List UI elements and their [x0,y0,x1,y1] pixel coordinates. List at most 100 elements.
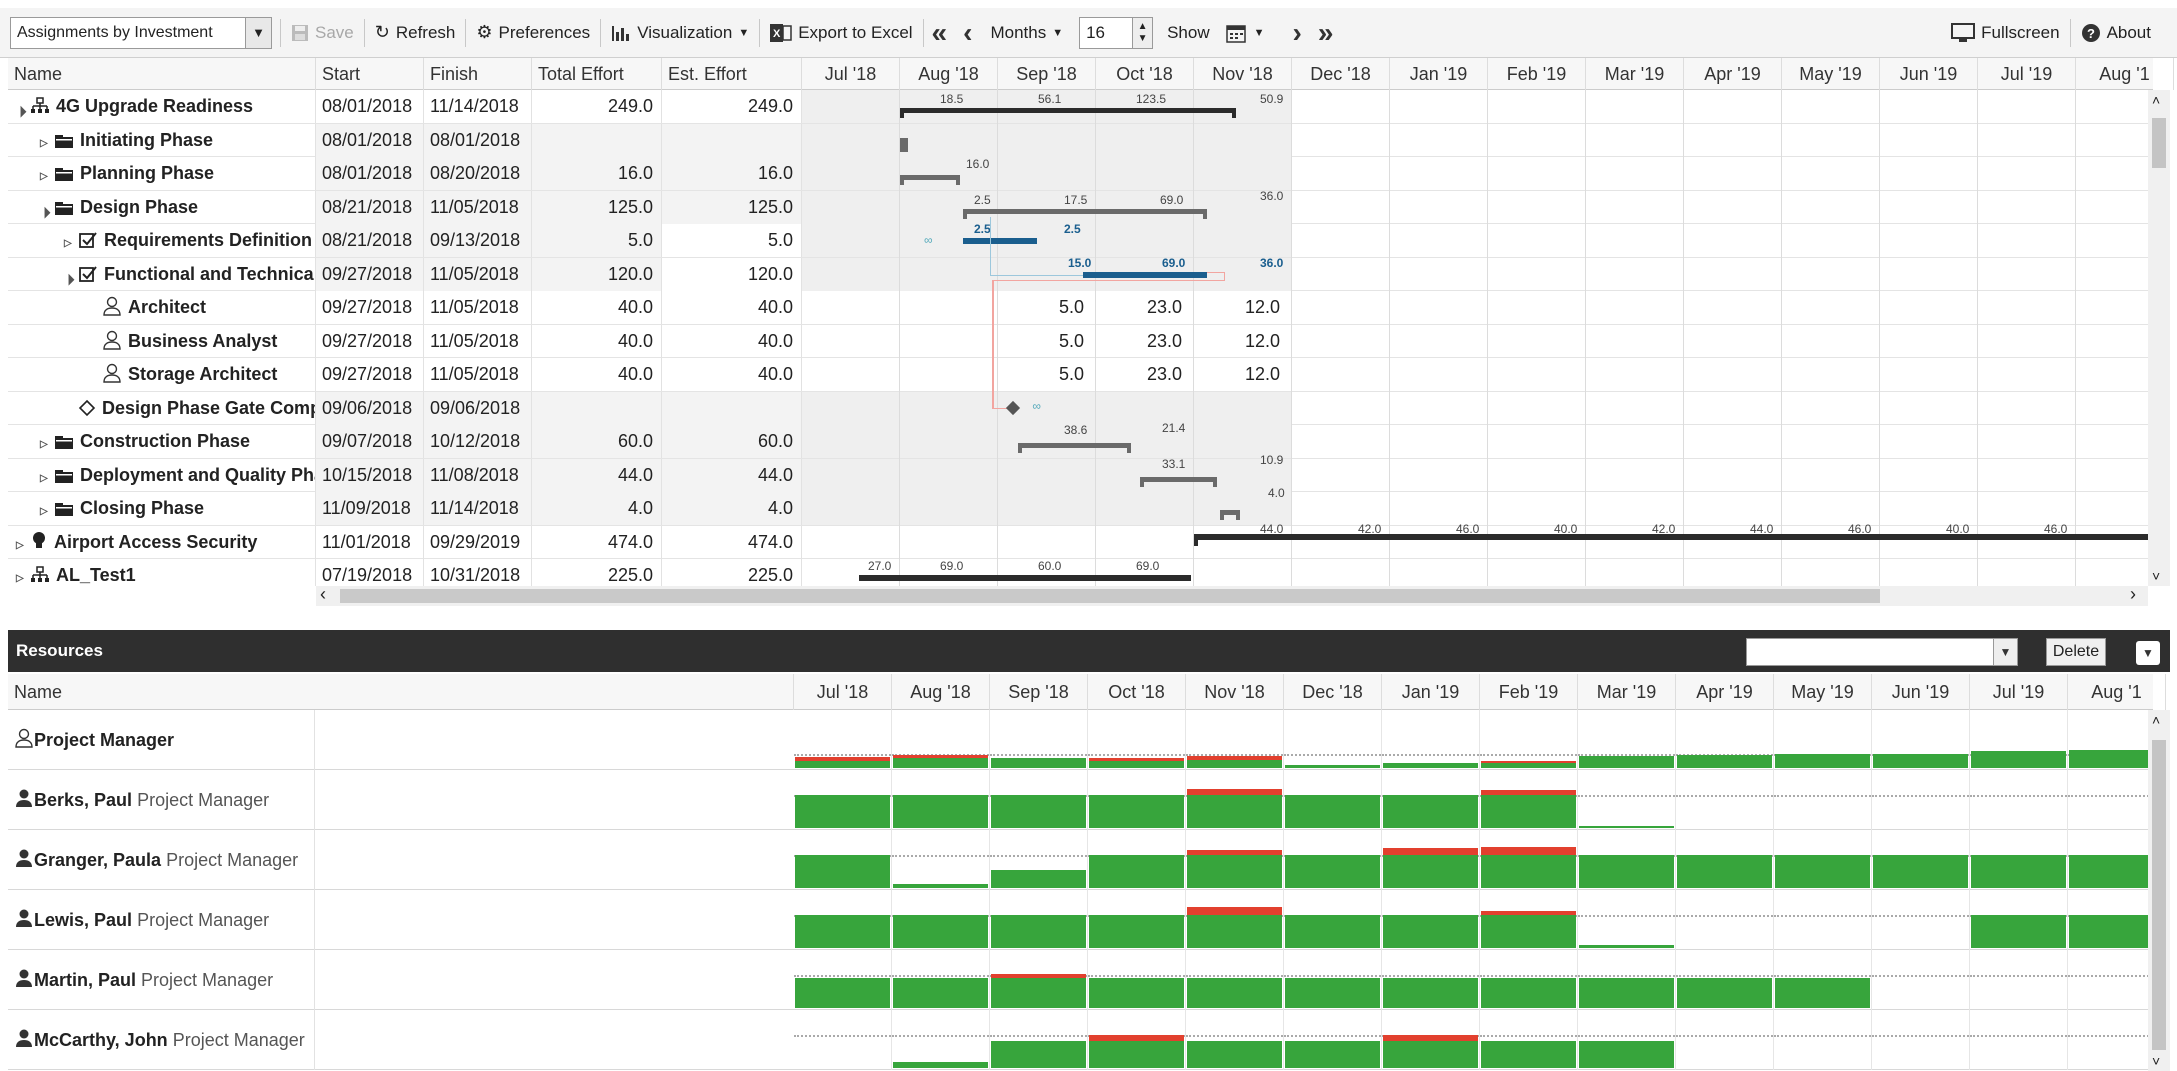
month-header[interactable]: Aug '1 [2076,58,2174,90]
table-row[interactable]: ▷ Planning Phase 08/01/2018 08/20/2018 16.0 1… [8,157,2153,191]
utilization-cell[interactable] [1872,1010,1970,1070]
allocation-value[interactable]: 12.0 [1200,291,1280,324]
summary-bar[interactable] [900,108,1237,113]
utilization-cell[interactable] [1872,830,1970,890]
est-effort[interactable]: 60.0 [662,425,802,458]
utilization-cell[interactable] [1578,950,1676,1010]
utilization-cell[interactable] [1774,1010,1872,1070]
utilization-cell[interactable] [1774,770,1872,830]
month-header[interactable]: Jul '19 [1970,674,2068,710]
task-name-cell[interactable]: Storage Architect [8,358,316,391]
table-row[interactable]: ▷ Deployment and Quality Pha 10/15/2018 11/… [8,458,2153,492]
month-header[interactable]: Feb '19 [1488,58,1586,90]
utilization-cell[interactable] [794,1010,892,1070]
allocation-value[interactable]: 5.0 [1004,325,1084,358]
link-icon[interactable]: ∞ [924,233,933,247]
utilization-cell[interactable] [1284,1010,1382,1070]
resource-row[interactable]: Granger, Paula Project Manager [8,830,2153,890]
summary-bar[interactable] [963,208,1208,214]
collapse-panel-icon[interactable]: ▼ [2136,641,2160,665]
utilization-cell[interactable] [1186,950,1284,1010]
utilization-cell[interactable] [1284,770,1382,830]
utilization-cell[interactable] [794,770,892,830]
utilization-cell[interactable] [1382,890,1480,950]
est-effort[interactable]: 16.0 [662,157,802,190]
utilization-cell[interactable] [1676,710,1774,770]
est-effort[interactable]: 120.0 [662,257,802,291]
summary-bar[interactable] [1017,443,1131,448]
allocation-value[interactable]: 23.0 [1102,325,1182,358]
col-header-finish[interactable]: Finish [424,58,532,90]
scroll-thumb[interactable] [340,589,1880,603]
summary-bar[interactable] [1140,476,1217,482]
about-button[interactable]: ? About [2071,17,2161,49]
utilization-cell[interactable] [794,950,892,1010]
utilization-cell[interactable] [1186,710,1284,770]
export-excel-button[interactable]: X Export to Excel [760,17,922,49]
allocation-value[interactable]: 23.0 [1102,291,1182,324]
month-header[interactable]: May '19 [1774,674,1872,710]
utilization-cell[interactable] [1480,1010,1578,1070]
utilization-cell[interactable] [990,830,1088,890]
chevron-left-icon[interactable]: ‹ [955,17,980,49]
utilization-cell[interactable] [990,1010,1088,1070]
utilization-cell[interactable] [892,770,990,830]
utilization-cell[interactable] [1284,710,1382,770]
task-name-cell[interactable]: ▷ Deployment and Quality Pha [8,458,316,492]
utilization-cell[interactable] [1382,950,1480,1010]
utilization-cell[interactable] [1480,950,1578,1010]
utilization-cell[interactable] [1088,710,1186,770]
utilization-cell[interactable] [892,950,990,1010]
utilization-cell[interactable] [1480,710,1578,770]
utilization-cell[interactable] [990,710,1088,770]
table-row[interactable]: Business Analyst 09/27/2018 11/05/2018 40.0… [8,324,2153,358]
utilization-cell[interactable] [1774,950,1872,1010]
expand-triangle-icon[interactable]: ▷ [16,562,30,586]
utilization-cell[interactable] [1284,830,1382,890]
table-row[interactable]: Design Phase Gate Comp 09/06/2018 09/06/20… [8,391,2153,425]
task-bar-selected[interactable] [1082,271,1208,278]
scroll-up-icon[interactable]: ˄ [2152,92,2160,108]
utilization-cell[interactable] [1774,830,1872,890]
resources-vertical-scrollbar[interactable]: ˄ ˅ [2148,710,2170,1071]
task-name-cell[interactable]: ▷ Requirements Definition [8,224,316,257]
task-name-cell[interactable]: ◢ Functional and Technica [8,257,316,291]
month-header[interactable]: Sep '18 [990,674,1088,710]
month-header[interactable]: Jun '19 [1872,674,1970,710]
month-header[interactable]: Nov '18 [1186,674,1284,710]
task-name-cell[interactable]: ▷ Airport Access Security [8,525,316,559]
utilization-cell[interactable] [1088,830,1186,890]
view-select[interactable]: Assignments by Investment ▼ [10,16,272,49]
phase-marker[interactable] [900,137,908,152]
utilization-cell[interactable] [1774,710,1872,770]
resource-row[interactable]: Lewis, Paul Project Manager [8,890,2153,950]
task-name-cell[interactable]: ▷ Planning Phase [8,157,316,190]
utilization-cell[interactable] [1480,890,1578,950]
task-name-cell[interactable]: ◢ 4G Upgrade Readiness [8,90,316,123]
expand-triangle-icon[interactable]: ▷ [40,127,54,157]
month-header[interactable]: Nov '18 [1194,58,1292,90]
visualization-button[interactable]: Visualization ▼ [601,17,759,49]
utilization-cell[interactable] [892,890,990,950]
double-chevron-right-icon[interactable]: » [1310,17,1342,49]
month-header[interactable]: Aug '18 [900,58,998,90]
fullscreen-button[interactable]: Fullscreen [1941,17,2069,49]
utilization-cell[interactable] [1088,770,1186,830]
spin-down-icon[interactable]: ▼ [1138,33,1148,45]
resource-row[interactable]: Project Manager [8,710,2153,770]
est-effort[interactable]: 40.0 [662,291,802,324]
utilization-cell[interactable] [2068,770,2153,830]
utilization-cell[interactable] [1578,710,1676,770]
month-header[interactable]: Aug '1 [2068,674,2166,710]
month-header[interactable]: Mar '19 [1578,674,1676,710]
utilization-cell[interactable] [1970,830,2068,890]
save-button[interactable]: Save [281,17,364,49]
est-effort[interactable] [662,391,802,425]
preferences-button[interactable]: ⚙ Preferences [466,17,600,49]
utilization-cell[interactable] [1382,1010,1480,1070]
scroll-up-icon[interactable]: ˄ [2152,712,2160,728]
scroll-left-icon[interactable]: ‹ [320,584,326,605]
task-name-cell[interactable]: ▷ AL_Test1 [8,559,316,586]
est-effort[interactable]: 474.0 [662,525,802,559]
utilization-cell[interactable] [1676,770,1774,830]
